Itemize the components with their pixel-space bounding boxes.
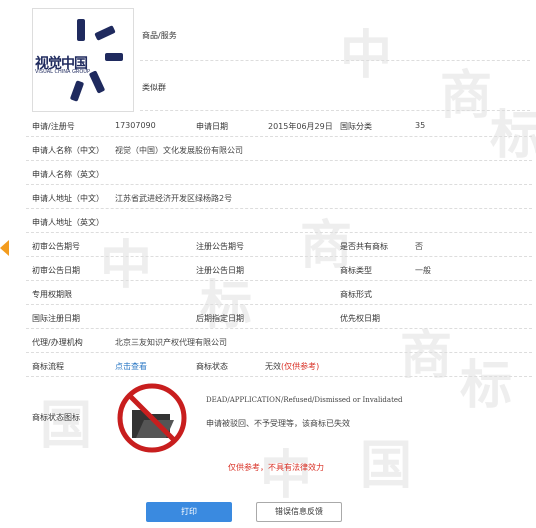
field-label: 商标形式	[340, 290, 372, 299]
field-label: 专用权期限	[32, 290, 72, 299]
trademark-status: 无效(仅供参考)	[265, 361, 319, 372]
field-label: 申请人地址（英文）	[32, 218, 104, 227]
field-label: 申请日期	[196, 122, 228, 131]
divider	[26, 376, 532, 377]
divider	[26, 256, 532, 257]
field-label: 是否共有商标	[340, 242, 388, 251]
international-class: 35	[415, 121, 426, 130]
field-label: 商标流程	[32, 362, 64, 371]
field-label: 初审公告日期	[32, 266, 80, 275]
field-label: 商标状态	[196, 362, 228, 371]
field-label: 优先权日期	[340, 314, 380, 323]
divider	[26, 232, 532, 233]
registration-number: 17307090	[115, 121, 156, 130]
status-en: DEAD/APPLICATION/Refused/Dismissed or In…	[206, 396, 403, 404]
watermark: 商	[400, 326, 453, 386]
divider	[26, 208, 532, 209]
print-button[interactable]: 打印	[146, 502, 232, 522]
field-label: 注册公告期号	[196, 242, 244, 251]
field-label: 初审公告期号	[32, 242, 80, 251]
status-cn: 申请被驳回、不予受理等，该商标已失效	[206, 419, 350, 428]
logo-subtext: VISUAL CHINA GROUP	[35, 69, 90, 75]
watermark: 商	[440, 66, 493, 126]
divider	[26, 280, 532, 281]
feedback-button[interactable]: 错误信息反馈	[256, 502, 342, 522]
trademark-type-value: 一般	[415, 266, 431, 275]
watermark: 标	[460, 356, 513, 416]
divider	[26, 184, 532, 185]
application-date: 2015年06月29日	[268, 122, 333, 131]
disclaimer: 仅供参考，不具有法律效力	[228, 463, 324, 472]
divider	[26, 160, 532, 161]
shared-trademark-value: 否	[415, 242, 423, 251]
watermark: 中	[340, 26, 393, 86]
goods-services-label: 商品/服务	[142, 31, 177, 40]
divider	[140, 110, 530, 111]
field-label: 后期指定日期	[196, 314, 244, 323]
previous-arrow-icon[interactable]	[0, 240, 9, 256]
view-process-link[interactable]: 点击查看	[115, 361, 147, 372]
trademark-image: 视觉中国 VISUAL CHINA GROUP	[32, 8, 134, 112]
watermark: 中	[100, 236, 153, 296]
field-label: 申请人地址（中文）	[32, 194, 104, 203]
field-label: 国际注册日期	[32, 314, 80, 323]
agency-name: 北京三友知识产权代理有限公司	[115, 338, 227, 347]
field-label: 代理/办理机构	[32, 338, 83, 347]
divider	[140, 60, 530, 61]
status-value: 无效	[265, 362, 281, 371]
divider	[26, 328, 532, 329]
field-label: 商标状态图标	[32, 413, 80, 422]
field-label: 申请人名称（英文）	[32, 170, 104, 179]
watermark: 国	[360, 436, 413, 496]
divider	[26, 304, 532, 305]
field-label: 申请/注册号	[32, 122, 75, 131]
invalid-folder-icon	[117, 383, 187, 453]
similar-group-label: 类似群	[142, 83, 166, 92]
field-label: 申请人名称（中文）	[32, 146, 104, 155]
applicant-address-cn: 江苏省武进经济开发区绿杨路2号	[115, 194, 233, 203]
divider	[26, 136, 532, 137]
applicant-name-cn: 视觉（中国）文化发展股份有限公司	[115, 146, 243, 155]
field-label: 注册公告日期	[196, 266, 244, 275]
watermark: 国	[40, 396, 93, 456]
field-label: 国际分类	[340, 122, 372, 131]
watermark: 标	[200, 276, 253, 336]
status-note: (仅供参考)	[281, 362, 320, 371]
divider	[26, 352, 532, 353]
field-label: 商标类型	[340, 266, 372, 275]
watermark: 中	[260, 446, 313, 506]
